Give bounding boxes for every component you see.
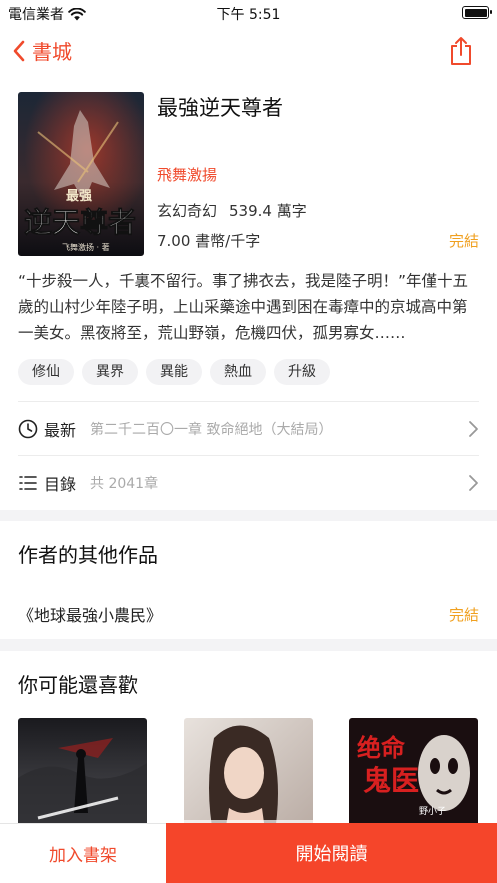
dark-warrior-cover-icon [18, 718, 147, 838]
tag-item[interactable]: 修仙 [18, 359, 74, 385]
cover-title-text: 逆天尊者 [24, 206, 136, 239]
toc-chapter-count: 共 2041章 [90, 475, 159, 492]
recommendations-title: 你可能還喜歡 [18, 673, 138, 697]
status-time: 下午 5:51 [216, 7, 281, 23]
cover-small-text: 最强 [66, 189, 92, 204]
tag-item[interactable]: 升級 [274, 359, 330, 385]
list-icon [18, 473, 38, 493]
latest-chapter-title: 第二千二百〇一章 致命絕地（大結局） [90, 421, 333, 438]
back-button[interactable]: 書城 [12, 36, 72, 65]
other-work-status: 完結 [448, 606, 479, 624]
chevron-right-icon [469, 420, 478, 437]
tag-item[interactable]: 熱血 [210, 359, 266, 385]
recommended-book-cover[interactable] [18, 718, 147, 838]
add-to-shelf-button[interactable]: 加入書架 [0, 823, 166, 883]
chevron-right-icon [469, 474, 478, 491]
woman-portrait-cover-icon [184, 718, 313, 838]
chevron-left-icon [13, 40, 25, 61]
book-word-count: 539.4 萬字 [229, 202, 307, 220]
book-status: 完結 [448, 232, 479, 250]
author-other-works: 作者的其他作品 《地球最強小農民》 完結 [0, 521, 497, 639]
table-of-contents-row[interactable]: 目錄 共 2041章 [18, 455, 479, 509]
share-button[interactable] [449, 36, 473, 70]
book-detail: 最强 逆天尊者 飞舞激扬 · 著 最強逆天尊者 飛舞激揚 玄幻奇幻 539.4 … [0, 76, 497, 510]
cover-art: 最强 逆天尊者 飞舞激扬 · 著 [18, 92, 144, 256]
share-icon [451, 37, 471, 65]
status-bar: 電信業者 下午 5:51 [0, 0, 497, 26]
book-author[interactable]: 飛舞激揚 [157, 164, 217, 185]
clock-icon [18, 419, 38, 439]
book-price: 7.00 書幣/千字 [157, 232, 261, 250]
toc-label: 目錄 [44, 474, 77, 494]
cover-credit: 野小子 [419, 806, 446, 817]
book-title: 最強逆天尊者 [157, 96, 283, 120]
start-reading-button[interactable]: 開始閱讀 [166, 823, 497, 883]
latest-chapter-row[interactable]: 最新 第二千二百〇一章 致命絕地（大結局） [18, 401, 479, 455]
book-description[interactable]: “十步殺一人，千裏不留行。事了拂衣去，我是陸子明！”年僅十五歲的山村少年陸子明，… [18, 268, 480, 346]
book-genre: 玄幻奇幻 [157, 202, 218, 220]
tag-item[interactable]: 異能 [146, 359, 202, 385]
latest-label: 最新 [44, 420, 77, 440]
back-label: 書城 [32, 40, 72, 64]
tag-item[interactable]: 異界 [82, 359, 138, 385]
recommended-book-cover[interactable] [184, 718, 313, 838]
other-work-item[interactable]: 《地球最強小農民》 [18, 602, 162, 626]
book-meta: 玄幻奇幻 539.4 萬字 [157, 200, 307, 221]
ghost-doctor-cover: 绝命 鬼医 野小子 [349, 718, 478, 838]
battery-icon [462, 6, 492, 19]
cover-title-line2: 鬼医 [363, 764, 419, 797]
cover-credit-text: 飞舞激扬 · 著 [62, 242, 110, 252]
other-works-title: 作者的其他作品 [18, 543, 158, 567]
nav-bar: 書城 [0, 26, 497, 76]
book-cover[interactable]: 最强 逆天尊者 飞舞激扬 · 著 [18, 92, 144, 256]
recommended-book-cover[interactable]: 绝命 鬼医 野小子 [349, 718, 478, 838]
tag-list: 修仙 異界 異能 熱血 升級 [18, 359, 330, 385]
bottom-action-bar: 加入書架 開始閱讀 [0, 823, 497, 883]
cover-title-line1: 绝命 [357, 733, 406, 762]
